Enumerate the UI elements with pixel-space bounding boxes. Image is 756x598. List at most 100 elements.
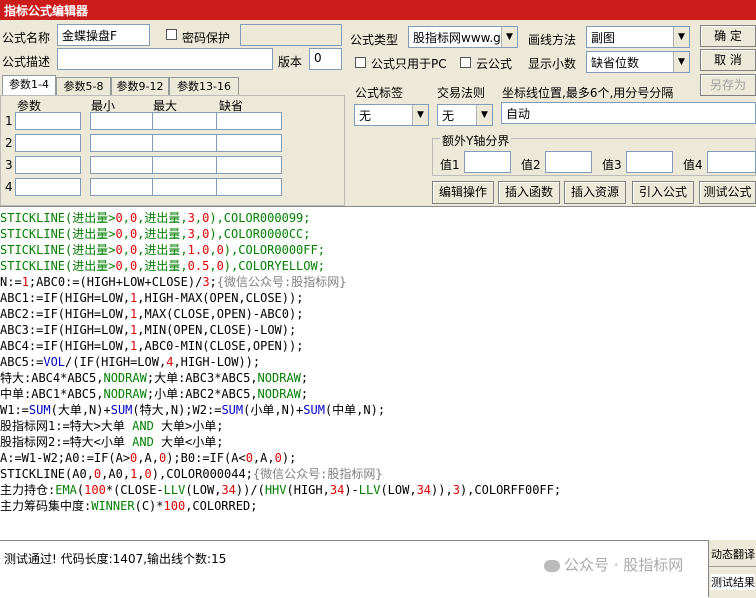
code-token: ),COLOR0000FF; — [223, 243, 325, 257]
type-select[interactable]: 股指标网www.g ▼ — [408, 26, 518, 48]
decimals-select[interactable]: 缺省位数 ▼ — [586, 51, 690, 73]
code-line: 股指标网1:=特大>大单 AND 大单>小单; — [0, 418, 224, 434]
code-token: 0 — [115, 211, 123, 225]
wechat-icon — [544, 559, 560, 572]
pc-only-checkbox[interactable] — [355, 57, 366, 68]
password-label: 密码保护 — [182, 31, 231, 45]
code-token: ,A, — [252, 451, 275, 465]
decimals-label: 显示小数 — [528, 57, 577, 71]
value3-input[interactable] — [626, 151, 673, 173]
desc-label: 公式描述 — [2, 55, 51, 69]
cancel-button[interactable]: 取 消 — [700, 49, 756, 71]
axis-position-input[interactable]: 自动 — [501, 102, 756, 124]
value4-input[interactable] — [707, 151, 756, 173]
code-token: 0 — [216, 259, 224, 273]
tab-dynamic-translate[interactable]: 动态翻译 — [711, 546, 755, 562]
code-line: ABC1:=IF(HIGH=LOW,1,HIGH-MAX(OPEN,CLOSE)… — [0, 290, 303, 306]
code-line: 特大:ABC4*ABC5,NODRAW;大单:ABC3*ABC5,NODRAW; — [0, 370, 308, 386]
code-token: );B0:=IF(A< — [166, 451, 246, 465]
param-max-input[interactable] — [152, 112, 218, 130]
param-min-input[interactable] — [90, 178, 156, 196]
code-token: ;大单:ABC3*ABC5, — [146, 371, 258, 385]
code-token: ,HIGH-MAX(OPEN,CLOSE)); — [137, 291, 304, 305]
name-input[interactable]: 金蝶操盘F — [57, 24, 150, 46]
code-token: 0 — [115, 259, 123, 273]
code-token: A:=W1-W2;A0:=IF(A> — [0, 451, 131, 465]
code-token: )- — [344, 483, 359, 497]
code-token: N:= — [0, 275, 22, 289]
param-name-input[interactable] — [15, 178, 81, 196]
param-name-input[interactable] — [15, 156, 81, 174]
param-default-input[interactable] — [216, 112, 282, 130]
confirm-button[interactable]: 确 定 — [700, 25, 756, 47]
password-input[interactable] — [240, 24, 342, 46]
tab-params-13-16[interactable]: 参数13-16 — [169, 77, 239, 95]
test-formula-button[interactable]: 测试公式 — [699, 181, 756, 204]
code-token: 0 — [216, 243, 224, 257]
code-token: ,A, — [137, 451, 159, 465]
code-token: SUM — [28, 403, 51, 417]
code-token: ; — [209, 275, 217, 289]
code-token: 3 — [452, 483, 460, 497]
code-line: A:=W1-W2;A0:=IF(A>0,A,0);B0:=IF(A<0,A,0)… — [0, 450, 296, 466]
edit-operation-button[interactable]: 编辑操作 — [432, 181, 494, 204]
code-token: (小单,N)+ — [243, 403, 304, 417]
code-token: ,A0, — [101, 467, 131, 481]
param-name-input[interactable] — [15, 134, 81, 152]
code-token: 0 — [274, 451, 282, 465]
formula-tag-select[interactable]: 无 ▼ — [354, 104, 429, 126]
param-min-input[interactable] — [90, 156, 156, 174]
code-editor[interactable]: STICKLINE(进出量>0,0,进出量,3,0),COLOR000099; S… — [0, 206, 756, 540]
code-token: 100 — [84, 483, 106, 497]
param-min-input[interactable] — [90, 112, 156, 130]
code-token: 0 — [115, 243, 123, 257]
param-max-input[interactable] — [152, 134, 218, 152]
tab-params-9-12[interactable]: 参数9-12 — [111, 77, 169, 95]
code-token: ABC3:=IF(HIGH=LOW, — [0, 323, 131, 337]
desc-input[interactable] — [57, 48, 273, 70]
insert-function-button[interactable]: 插入函数 — [498, 181, 560, 204]
code-token: 3 — [202, 275, 210, 289]
param-default-input[interactable] — [216, 134, 282, 152]
version-label: 版本 — [278, 55, 303, 69]
code-token: 1.0 — [187, 243, 210, 257]
import-formula-button[interactable]: 引入公式 — [632, 181, 694, 204]
code-token: ABC4:=IF(HIGH=LOW, — [0, 339, 131, 353]
code-token: 大单>小单; — [153, 419, 224, 433]
code-token: AND — [132, 419, 154, 433]
tab-params-1-4[interactable]: 参数1-4 — [2, 75, 56, 95]
row-number: 4 — [5, 180, 13, 194]
param-name-input[interactable] — [15, 112, 81, 130]
value1-label: 值1 — [440, 158, 460, 172]
draw-select[interactable]: 副图 ▼ — [586, 26, 690, 48]
save-as-button[interactable]: 另存为 — [700, 74, 756, 96]
tab-test-result[interactable]: 测试结果 — [711, 574, 755, 590]
formula-settings-panel: 公式名称 金蝶操盘F 密码保护 公式类型 股指标网www.g ▼ 画线方法 副图 ▼… — [0, 20, 756, 206]
insert-resource-button[interactable]: 插入资源 — [564, 181, 626, 204]
tab-params-5-8[interactable]: 参数5-8 — [56, 77, 111, 95]
code-token: ,进出量, — [137, 211, 188, 225]
code-line: ABC5:=VOL/(IF(HIGH=LOW,4,HIGH-LOW)); — [0, 354, 260, 370]
param-default-input[interactable] — [216, 178, 282, 196]
param-min-input[interactable] — [90, 134, 156, 152]
code-token: W1:= — [0, 403, 29, 417]
code-token: 股指标网2:=特大<小单 — [0, 435, 133, 449]
chevron-down-icon: ▼ — [673, 27, 689, 47]
code-token: , — [122, 227, 130, 241]
divider — [709, 566, 756, 567]
value2-input[interactable] — [545, 151, 592, 173]
value1-input[interactable] — [464, 151, 511, 173]
code-token: /(IF(HIGH=LOW, — [65, 355, 167, 369]
code-token: SUM — [221, 403, 244, 417]
chevron-down-icon: ▼ — [501, 27, 517, 47]
password-checkbox[interactable] — [166, 29, 177, 40]
status-message: 测试通过! 代码长度:1407,输出线个数:15 — [4, 552, 227, 566]
code-token: LLV — [358, 483, 381, 497]
param-max-input[interactable] — [152, 178, 218, 196]
code-token: )), — [431, 483, 453, 497]
param-max-input[interactable] — [152, 156, 218, 174]
param-default-input[interactable] — [216, 156, 282, 174]
version-input[interactable]: 0 — [309, 48, 342, 70]
cloud-checkbox[interactable] — [460, 57, 471, 68]
trade-rule-select[interactable]: 无 ▼ — [437, 104, 493, 126]
